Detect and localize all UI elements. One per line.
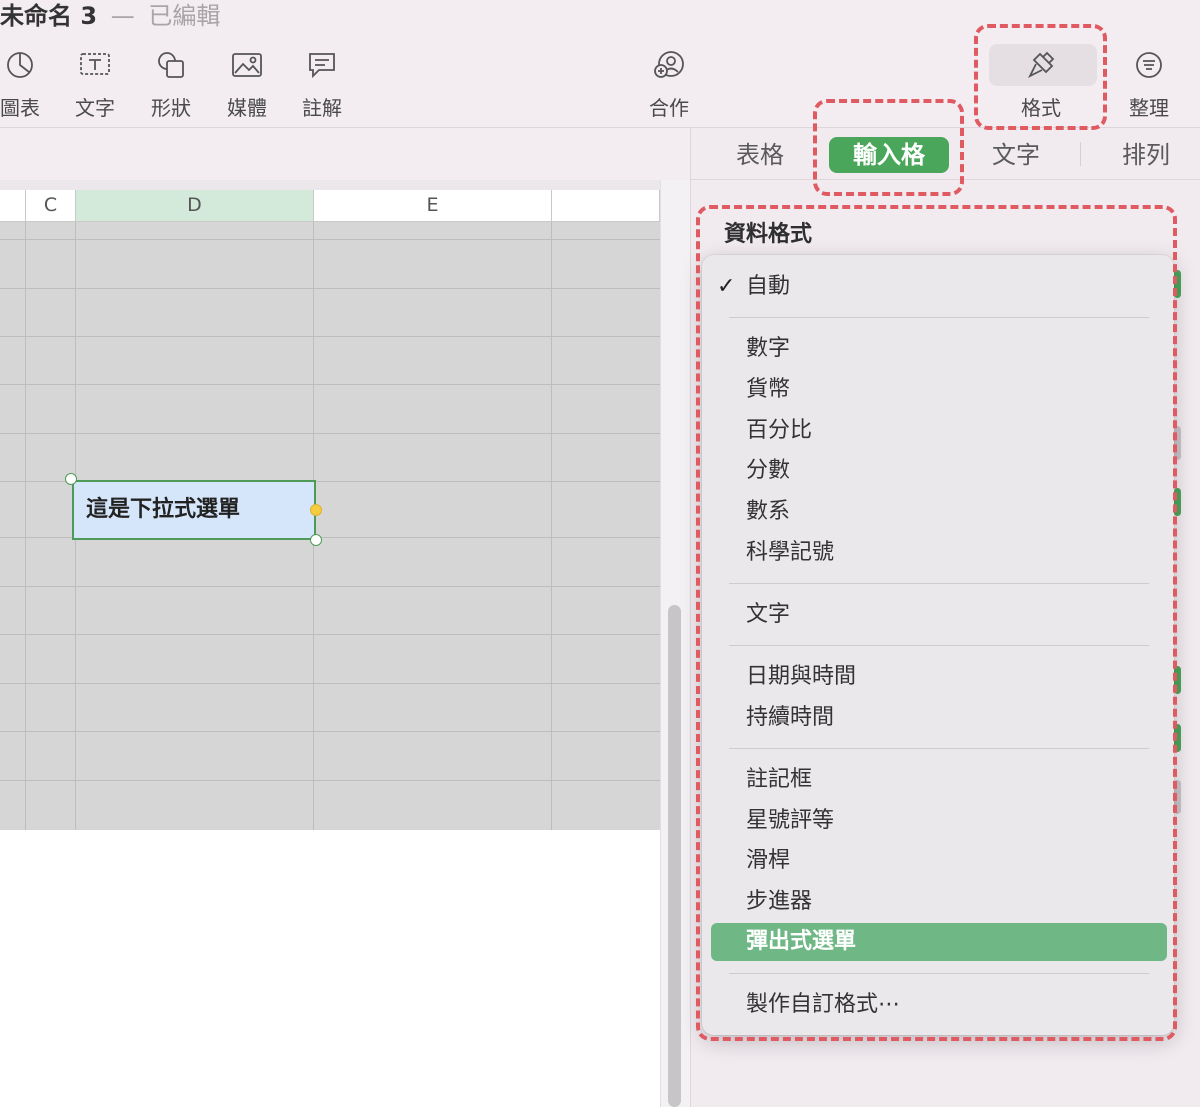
toolbar-media-button[interactable]: 媒體 [212, 48, 282, 124]
toolbar-organize-label: 整理 [1129, 96, 1169, 120]
document-name: 未命名 3 [0, 2, 98, 30]
grid-line [0, 239, 660, 240]
toolbar-media-label: 媒體 [227, 96, 267, 120]
grid-line [25, 222, 26, 830]
comment-icon [305, 48, 339, 82]
sheet-top-bar [0, 128, 690, 180]
grid-line [0, 384, 660, 385]
selection-handle-fill[interactable] [310, 504, 322, 516]
organize-icon [1132, 48, 1166, 82]
toolbar-shape-button[interactable]: 形狀 [136, 48, 206, 124]
toolbar-organize-button[interactable]: 整理 [1114, 48, 1184, 124]
grid-line [0, 683, 660, 684]
selection-handle-bottom-right[interactable] [310, 534, 322, 546]
annotation-cell-tab [813, 99, 964, 196]
toolbar-comment-label: 註解 [302, 96, 342, 120]
toolbar-chart-button[interactable]: 圖表 [0, 48, 55, 124]
column-header-gutter [0, 180, 690, 190]
grid-line [551, 222, 552, 830]
grid-line [0, 586, 660, 587]
toolbar-comment-button[interactable]: 註解 [287, 48, 357, 124]
grid-line [0, 288, 660, 289]
document-status: 已編輯 [148, 2, 221, 30]
grid-line [0, 433, 660, 434]
toolbar-text-button[interactable]: 文字 [60, 48, 130, 124]
chart-icon [3, 48, 37, 82]
annotation-format-button [974, 24, 1107, 130]
collaborate-icon [652, 48, 686, 82]
selection-handle-top-left[interactable] [65, 473, 77, 485]
toolbar-collaborate-button[interactable]: 合作 [634, 48, 704, 124]
toolbar-collaborate-label: 合作 [649, 96, 689, 120]
window-title: 未命名 3 — 已編輯 [0, 0, 220, 34]
selected-cell-d[interactable]: 這是下拉式選單 [72, 480, 316, 540]
media-icon [230, 48, 264, 82]
annotation-data-format-menu [696, 205, 1177, 1041]
column-header-d[interactable]: D [76, 190, 314, 222]
toolbar-chart-label: 圖表 [0, 96, 40, 120]
column-header-b[interactable] [0, 190, 26, 222]
toolbar-shape-label: 形狀 [151, 96, 191, 120]
grid-line [0, 634, 660, 635]
vertical-scrollbar-thumb[interactable] [668, 605, 681, 1107]
spreadsheet-canvas[interactable]: C D E 這是下拉式選單 [0, 180, 690, 1107]
column-header-c[interactable]: C [26, 190, 76, 222]
toolbar-text-label: 文字 [75, 96, 115, 120]
grid-line [0, 336, 660, 337]
column-header-f[interactable] [552, 190, 660, 222]
grid-line [0, 731, 660, 732]
text-box-icon [78, 48, 112, 82]
grid-line [0, 780, 660, 781]
shape-icon [154, 48, 188, 82]
tab-separator [1080, 142, 1081, 166]
tab-arrange[interactable]: 排列 [1109, 137, 1183, 173]
title-separator: — [110, 2, 135, 30]
tab-text[interactable]: 文字 [979, 137, 1053, 173]
tab-table[interactable]: 表格 [721, 137, 799, 173]
column-header-e[interactable]: E [314, 190, 552, 222]
